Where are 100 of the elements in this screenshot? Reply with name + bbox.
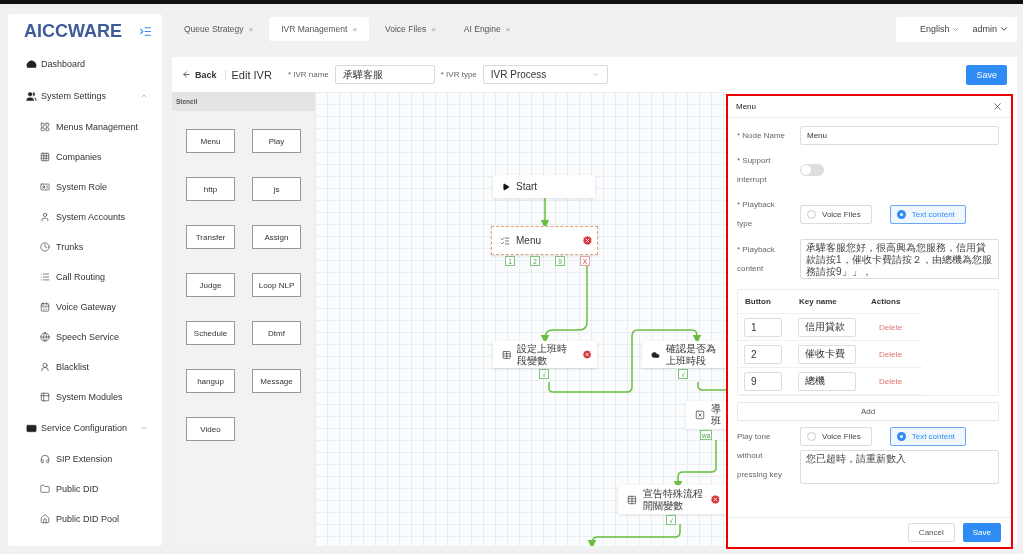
- sidebar-item[interactable]: Public DID: [8, 474, 162, 504]
- button-field[interactable]: 9: [744, 371, 782, 391]
- add-button[interactable]: Add: [737, 402, 999, 421]
- stencil-node[interactable]: Dtmf: [252, 321, 301, 345]
- list-icon: [500, 235, 510, 246]
- sidebar-item[interactable]: Public DID Pool: [8, 504, 162, 534]
- tab[interactable]: AI Engine ×: [451, 17, 523, 41]
- chevron-down-icon: [590, 70, 600, 79]
- tab[interactable]: Queue Strategy ×: [172, 17, 266, 41]
- language-dropdown[interactable]: English: [919, 24, 961, 34]
- flow-node[interactable]: 宣告特殊流程開關變數: [618, 485, 726, 514]
- node-label: 導班: [711, 403, 721, 427]
- menu-item-icon: [40, 484, 50, 494]
- flow-node[interactable]: 確認是否為上班時段: [642, 341, 726, 368]
- sidebar-item[interactable]: Companies: [8, 142, 162, 172]
- sidebar-item[interactable]: System Modules: [8, 382, 162, 412]
- stencil-node[interactable]: Assign: [252, 225, 301, 249]
- sidebar-item[interactable]: Speech Service: [8, 322, 162, 352]
- flow-node[interactable]: Start: [493, 175, 595, 198]
- field-label: * IVR name: [287, 70, 329, 79]
- stencil-node[interactable]: Judge: [186, 273, 235, 297]
- stencil-node[interactable]: hangup: [186, 369, 235, 393]
- key-name-field[interactable]: 總機: [798, 371, 856, 391]
- menu-item-icon: [40, 182, 50, 192]
- flow-node[interactable]: 設定上班時段變數: [493, 341, 597, 368]
- page-title: Edit IVR: [231, 68, 272, 81]
- x-square-icon: [695, 410, 705, 420]
- column-header: Actions: [864, 290, 922, 314]
- menu-item-icon: [40, 302, 50, 312]
- menu-item-icon: [40, 454, 50, 464]
- logo: AICCWARE: [24, 19, 122, 43]
- stencil-node[interactable]: Message: [252, 369, 301, 393]
- sidebar-item[interactable]: System Accounts: [8, 202, 162, 232]
- playback-content-field[interactable]: 承驊客服您好，很高興為您服務，信用貸款請按1，催收卡費請按２，由總機為您服務請按9」」，: [800, 239, 999, 279]
- node-name-field[interactable]: Menu: [800, 126, 999, 145]
- table-icon: [627, 494, 637, 505]
- radio-option[interactable]: Voice Files: [800, 204, 872, 224]
- ivr-type-select[interactable]: IVR Process: [482, 65, 608, 84]
- key-name-field[interactable]: 催收卡費: [798, 344, 856, 364]
- flow-node[interactable]: Menu: [491, 226, 598, 255]
- node-label: Menu: [516, 234, 542, 247]
- panel-title: Menu: [736, 102, 756, 111]
- field-label: * IVR type: [440, 70, 477, 79]
- menu-icon[interactable]: [139, 24, 152, 38]
- user-dropdown[interactable]: admin: [972, 24, 1009, 34]
- sidebar-item[interactable]: Call Routing: [8, 262, 162, 292]
- sidebar-item[interactable]: SIP Extension: [8, 444, 162, 474]
- menu-item-icon: [40, 152, 50, 162]
- delete-icon[interactable]: [582, 235, 593, 246]
- sidebar-item[interactable]: Menus Management: [8, 112, 162, 142]
- column-header: Button: [738, 290, 792, 314]
- ivr-name-field[interactable]: 承驊客服: [334, 65, 435, 84]
- close-icon[interactable]: [992, 101, 1003, 112]
- field-label: * Support interrupt: [737, 155, 772, 186]
- delete-icon[interactable]: [581, 349, 592, 360]
- timeout-content-field[interactable]: 您已超時，請重新數入: [800, 450, 999, 484]
- key-name-field[interactable]: 信用貸款: [798, 317, 856, 337]
- field-label: * Playback content: [737, 244, 776, 275]
- button-field[interactable]: 2: [744, 344, 782, 364]
- flow-node[interactable]: 導班: [686, 401, 726, 429]
- tab[interactable]: IVR Management ×: [269, 17, 370, 41]
- delete-icon[interactable]: [710, 494, 721, 505]
- stencil-node[interactable]: Menu: [186, 129, 235, 153]
- sidebar-item[interactable]: Voice Gateway: [8, 292, 162, 322]
- cancel-button[interactable]: Cancel: [907, 523, 955, 542]
- sidebar-item[interactable]: Dashboard: [8, 48, 162, 80]
- menu-item-icon: [40, 514, 50, 524]
- menu-item-icon: [40, 392, 50, 402]
- cloud-icon: [651, 349, 660, 360]
- sidebar-item[interactable]: Service Configuration: [8, 412, 162, 444]
- column-header: Key name: [792, 290, 864, 314]
- menu-item-icon: [40, 122, 50, 132]
- stencil-node[interactable]: Loop NLP: [252, 273, 301, 297]
- tab[interactable]: Voice Files ×: [373, 17, 448, 41]
- stencil-node[interactable]: js: [252, 177, 301, 201]
- menu-item-icon: [40, 212, 50, 222]
- menu-item-icon: [40, 242, 50, 252]
- chevron-down-icon: [999, 24, 1009, 34]
- arrow-left-icon: [182, 70, 191, 79]
- stencil-node[interactable]: Schedule: [186, 321, 235, 345]
- stencil-node[interactable]: Transfer: [186, 225, 235, 249]
- menu-item-icon: [40, 332, 50, 342]
- sidebar-item[interactable]: System Role: [8, 172, 162, 202]
- stencil-node[interactable]: http: [186, 177, 235, 201]
- button-field[interactable]: 1: [744, 317, 782, 337]
- toggle-switch[interactable]: [800, 164, 824, 176]
- menu-item-icon: [26, 58, 37, 70]
- menu-item-icon: [40, 362, 50, 372]
- menu-item-icon: [40, 272, 50, 282]
- menu-item-icon: [26, 422, 37, 434]
- sidebar-item[interactable]: System Settings: [8, 80, 162, 112]
- node-label: 確認是否為上班時段: [665, 342, 717, 367]
- stencil-node[interactable]: Video: [186, 417, 235, 441]
- node-label: 宣告特殊流程開關變數: [642, 487, 704, 512]
- field-label: * Node Name: [737, 130, 787, 142]
- sidebar-item[interactable]: Trunks: [8, 232, 162, 262]
- sidebar-item[interactable]: Blacklist: [8, 352, 162, 382]
- radio-option[interactable]: Voice Files: [800, 427, 872, 446]
- stencil-node[interactable]: Play: [252, 129, 301, 153]
- back-link[interactable]: Back: [182, 69, 226, 80]
